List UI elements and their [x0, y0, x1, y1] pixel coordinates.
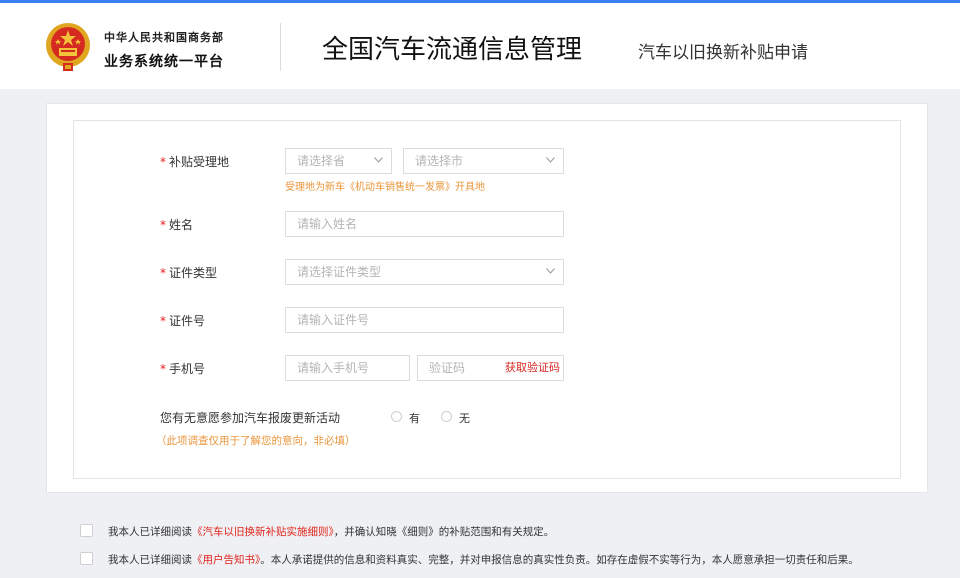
national-emblem-logo [46, 23, 90, 71]
agreement-text-2: 我本人已详细阅读《用户告知书》。本人承诺提供的信息和资料真实、完整，并对申报信息… [108, 554, 859, 566]
location-label: * 补贴受理地 [160, 155, 230, 169]
page-header: 中华人民共和国商务部 业务系统统一平台 全国汽车流通信息管理 汽车以旧换新补贴申… [0, 3, 960, 89]
city-select[interactable]: 请选择市 [403, 148, 564, 174]
chevron-down-icon [546, 157, 555, 163]
survey-radio-no[interactable] [441, 411, 452, 422]
survey-option-no: 无 [459, 412, 470, 425]
phone-label: * 手机号 [160, 362, 206, 376]
name-input[interactable]: 请输入姓名 [285, 211, 564, 237]
header-divider [280, 23, 281, 71]
form-panel: * 补贴受理地 请选择省 请选择市 受理地为新车《机动车销售统一发票》开具地 * 姓… [46, 103, 928, 493]
survey-note: （此项调查仅用于了解您的意向，非必填） [156, 435, 356, 447]
survey-radio-yes[interactable] [391, 411, 402, 422]
get-code-button[interactable]: 获取验证码 [505, 356, 560, 380]
phone-input[interactable]: 请输入手机号 [285, 355, 410, 381]
org-name: 中华人民共和国商务部 业务系统统一平台 [104, 29, 224, 71]
page-subtitle: 汽车以旧换新补贴申请 [638, 43, 808, 63]
agreement-text-1: 我本人已详细阅读《汽车以旧换新补贴实施细则》，并确认知晓《细则》的补贴范围和有关… [108, 526, 555, 538]
rules-link[interactable]: 《汽车以旧换新补贴实施细则》 [192, 526, 334, 538]
org-name-line1: 中华人民共和国商务部 [104, 31, 224, 44]
chevron-down-icon [546, 268, 555, 274]
org-name-line2: 业务系统统一平台 [104, 54, 224, 70]
agreement-checkbox-2[interactable] [80, 552, 93, 565]
application-form: * 补贴受理地 请选择省 请选择市 受理地为新车《机动车销售统一发票》开具地 * 姓… [73, 120, 901, 479]
id-type-label: * 证件类型 [160, 266, 218, 280]
id-number-label: * 证件号 [160, 314, 206, 328]
survey-question: 您有无意愿参加汽车报废更新活动 [160, 411, 341, 425]
id-type-select[interactable]: 请选择证件类型 [285, 259, 564, 285]
user-notice-link[interactable]: 《用户告知书》 [192, 554, 260, 566]
id-number-input[interactable]: 请输入证件号 [285, 307, 564, 333]
survey-option-yes: 有 [409, 412, 420, 425]
page-title: 全国汽车流通信息管理 [322, 35, 583, 65]
name-label: * 姓名 [160, 218, 194, 232]
province-select[interactable]: 请选择省 [285, 148, 392, 174]
chevron-down-icon [374, 157, 383, 163]
agreement-checkbox-1[interactable] [80, 524, 93, 537]
location-hint: 受理地为新车《机动车销售统一发票》开具地 [285, 182, 485, 193]
verification-code-input[interactable]: 验证码 获取验证码 [417, 355, 564, 381]
